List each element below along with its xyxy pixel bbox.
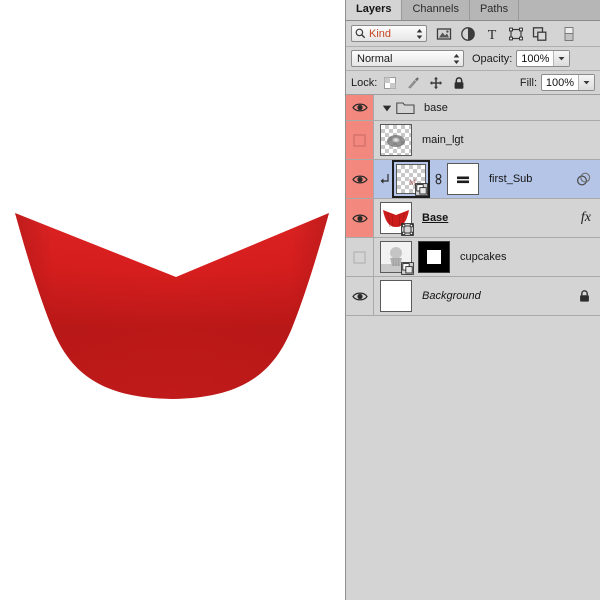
- layer-thumbnail-first-sub[interactable]: M: [396, 164, 426, 194]
- layer-name-base-group[interactable]: base: [424, 102, 448, 114]
- layer-thumbnail-base[interactable]: [380, 202, 412, 234]
- type-layer-filter-icon[interactable]: T: [484, 26, 500, 42]
- layer-thumbnail-selection-ring: M: [392, 160, 430, 198]
- panel-tab-strip: Layers Channels Paths: [346, 0, 600, 21]
- layer-row-first-sub[interactable]: M: [346, 160, 600, 199]
- thumbnails-base: [374, 202, 412, 234]
- eye-icon: [352, 213, 368, 224]
- layer-list: base: [346, 95, 600, 316]
- lock-icon: [578, 289, 591, 303]
- layer-mask-thumbnail-cupcakes[interactable]: [418, 241, 450, 273]
- opacity-dropdown-arrow[interactable]: [553, 51, 569, 66]
- smart-object-filter-icon[interactable]: [532, 26, 548, 42]
- lock-transparent-pixels-icon[interactable]: [383, 76, 397, 90]
- photoshop-window: Layers Channels Paths Kind: [0, 0, 600, 600]
- lock-icon-group: [383, 76, 466, 90]
- smart-filter-badge-first-sub[interactable]: [576, 172, 591, 187]
- smart-object-badge-icon: [415, 183, 428, 196]
- filter-kind-label: Kind: [369, 28, 391, 40]
- filter-toggle-switch-icon[interactable]: [561, 26, 577, 42]
- lock-position-icon[interactable]: [429, 76, 443, 90]
- layer-name-cupcakes[interactable]: cupcakes: [460, 251, 506, 263]
- layer-name-base[interactable]: Base: [422, 212, 448, 224]
- fill-label: Fill:: [520, 77, 537, 89]
- fill-field[interactable]: 100%: [541, 74, 595, 91]
- thumbnails-background: [374, 280, 412, 312]
- layers-panel: Layers Channels Paths Kind: [345, 0, 600, 600]
- lock-label: Lock:: [351, 77, 377, 89]
- layer-row-main-lgt[interactable]: main_lgt: [346, 121, 600, 160]
- layer-thumbnail-main-lgt[interactable]: [380, 124, 412, 156]
- fx-icon: fx: [581, 210, 591, 226]
- visibility-toggle-first-sub[interactable]: [346, 160, 374, 198]
- visibility-toggle-base[interactable]: [346, 199, 374, 237]
- thumbnails-cupcakes: [374, 241, 450, 273]
- stepper-arrows-icon[interactable]: [416, 28, 423, 39]
- fill-value[interactable]: 100%: [542, 77, 578, 89]
- red-cupcake-wrapper-artwork: [0, 200, 345, 420]
- layers-panel-empty-area: [346, 316, 600, 600]
- layer-row-cupcakes[interactable]: cupcakes: [346, 238, 600, 277]
- eye-off-icon: [353, 251, 366, 264]
- svg-text:T: T: [488, 28, 497, 42]
- smart-filter-icon: [576, 172, 591, 187]
- blend-mode-value: Normal: [357, 53, 392, 65]
- lock-all-icon[interactable]: [452, 76, 466, 90]
- thumbnails-first-sub: M: [374, 160, 479, 198]
- tab-channels[interactable]: Channels: [402, 0, 469, 20]
- link-layers-icon[interactable]: [433, 172, 444, 186]
- smart-object-badge-icon: [401, 262, 414, 275]
- fill-group: Fill: 100%: [520, 74, 595, 91]
- layer-thumbnail-cupcakes[interactable]: [380, 241, 412, 273]
- layer-name-background[interactable]: Background: [422, 290, 481, 302]
- blend-mode-dropdown[interactable]: Normal: [351, 50, 464, 67]
- eye-icon: [352, 291, 368, 302]
- shape-layer-filter-icon[interactable]: [508, 26, 524, 42]
- lock-badge-background: [578, 289, 591, 303]
- visibility-toggle-background[interactable]: [346, 277, 374, 315]
- opacity-label: Opacity:: [472, 53, 512, 65]
- document-canvas[interactable]: [0, 0, 345, 600]
- filter-kind-dropdown[interactable]: Kind: [351, 25, 427, 42]
- clipping-mask-arrow-icon: [380, 172, 391, 186]
- filter-type-icons: T: [436, 26, 577, 42]
- layer-filter-row: Kind T: [346, 21, 600, 47]
- layer-thumbnail-background[interactable]: [380, 280, 412, 312]
- layer-mask-thumbnail-first-sub[interactable]: [447, 163, 479, 195]
- fill-dropdown-arrow[interactable]: [578, 75, 594, 90]
- layer-row-base-group[interactable]: base: [346, 95, 600, 121]
- tab-paths[interactable]: Paths: [470, 0, 519, 20]
- thumbnails-main-lgt: [374, 124, 412, 156]
- eye-off-icon: [353, 134, 366, 147]
- magnifier-icon: [355, 28, 366, 39]
- vector-mask-badge-icon: [401, 223, 414, 236]
- chevron-down-icon[interactable]: [382, 103, 392, 113]
- eye-icon: [352, 102, 368, 113]
- folder-icon: [396, 100, 415, 115]
- visibility-toggle-main-lgt[interactable]: [346, 121, 374, 159]
- layer-row-background[interactable]: Background: [346, 277, 600, 316]
- visibility-toggle-cupcakes[interactable]: [346, 238, 374, 276]
- layer-effects-badge-base[interactable]: fx: [581, 210, 591, 226]
- lock-row: Lock: Fill:: [346, 71, 600, 95]
- visibility-toggle-base-group[interactable]: [346, 95, 374, 120]
- layer-name-first-sub[interactable]: first_Sub: [489, 173, 532, 185]
- adjustment-layer-filter-icon[interactable]: [460, 26, 476, 42]
- opacity-field[interactable]: 100%: [516, 50, 570, 67]
- pixel-layer-filter-icon[interactable]: [436, 26, 452, 42]
- blend-stepper-arrows-icon[interactable]: [453, 53, 460, 64]
- tab-layers[interactable]: Layers: [346, 0, 402, 20]
- opacity-value[interactable]: 100%: [517, 53, 553, 65]
- layer-row-base[interactable]: Base fx: [346, 199, 600, 238]
- layer-name-main-lgt[interactable]: main_lgt: [422, 134, 464, 146]
- eye-icon: [352, 174, 368, 185]
- blend-mode-row: Normal Opacity: 100%: [346, 47, 600, 71]
- lock-image-pixels-icon[interactable]: [406, 76, 420, 90]
